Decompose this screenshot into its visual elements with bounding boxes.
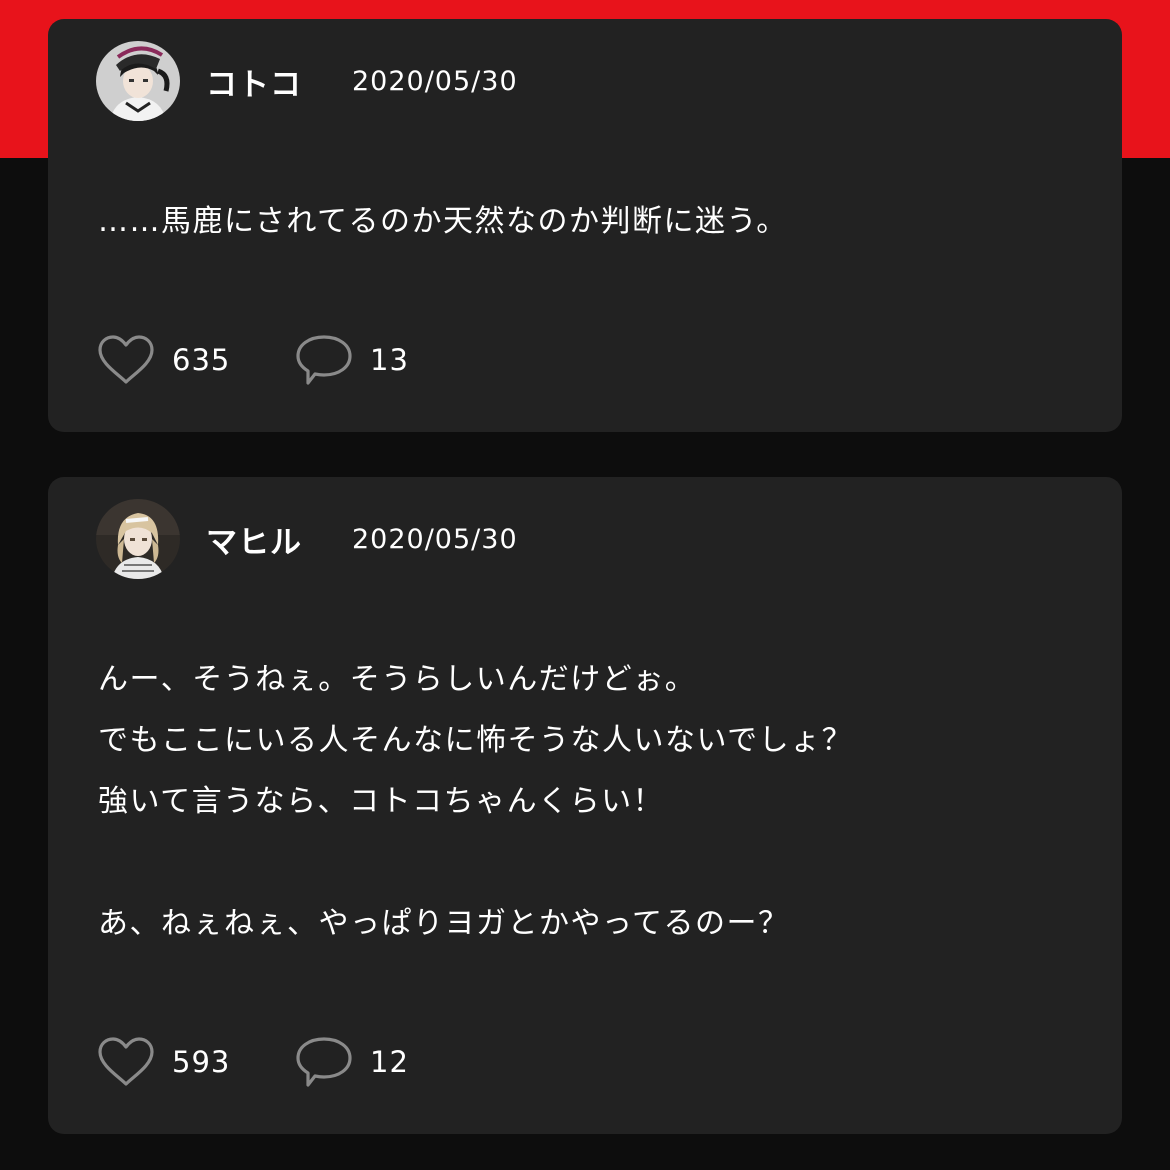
comment-count: 12 <box>370 1045 409 1079</box>
post-text-line: 強いて言うなら、コトコちゃんくらい！ <box>98 784 665 819</box>
post-text-line <box>98 832 1082 893</box>
like-count: 593 <box>172 1045 231 1079</box>
avatar[interactable] <box>96 41 180 121</box>
post-text-line: あ、ねぇねぇ、やっぱりヨガとかやってるのー？ <box>98 906 790 941</box>
like-count: 635 <box>172 343 231 377</box>
avatar[interactable] <box>96 499 180 579</box>
comment-count: 13 <box>370 343 409 377</box>
post-text-line: んー、そうねぇ。そうらしいんだけどぉ。 <box>98 662 697 697</box>
post-body: んー、そうねぇ。そうらしいんだけどぉ。 でもここにいる人そんなに怖そうな人いない… <box>98 649 1082 954</box>
user-avatar-icon <box>96 41 180 121</box>
post-text-line: でもここにいる人そんなに怖そうな人いないでしょ？ <box>98 723 854 758</box>
speech-bubble-icon <box>296 1037 352 1087</box>
username[interactable]: コトコ <box>206 59 328 104</box>
post-date: 2020/05/30 <box>352 523 518 555</box>
post-body: ……馬鹿にされてるのか天然なのか判断に迷う。 <box>98 191 1082 252</box>
post-actions: 593 12 <box>96 1034 409 1090</box>
comment-button[interactable]: 13 <box>294 333 409 387</box>
post-date: 2020/05/30 <box>352 65 518 97</box>
post-header: マヒル 2020/05/30 <box>96 499 518 579</box>
post-text-line: ……馬鹿にされてるのか天然なのか判断に迷う。 <box>98 204 788 239</box>
post-card: コトコ 2020/05/30 ……馬鹿にされてるのか天然なのか判断に迷う。 63… <box>48 19 1122 432</box>
comment-button[interactable]: 12 <box>294 1035 409 1089</box>
speech-bubble-icon <box>296 335 352 385</box>
post-card: マヒル 2020/05/30 んー、そうねぇ。そうらしいんだけどぉ。 でもここに… <box>48 477 1122 1134</box>
like-button[interactable]: 593 <box>96 1036 294 1088</box>
heart-outline-icon <box>98 1037 154 1086</box>
post-actions: 635 13 <box>96 332 409 388</box>
username[interactable]: マヒル <box>206 517 328 562</box>
user-avatar-icon <box>96 499 180 579</box>
heart-outline-icon <box>98 335 154 384</box>
post-header: コトコ 2020/05/30 <box>96 41 518 121</box>
like-button[interactable]: 635 <box>96 334 294 386</box>
